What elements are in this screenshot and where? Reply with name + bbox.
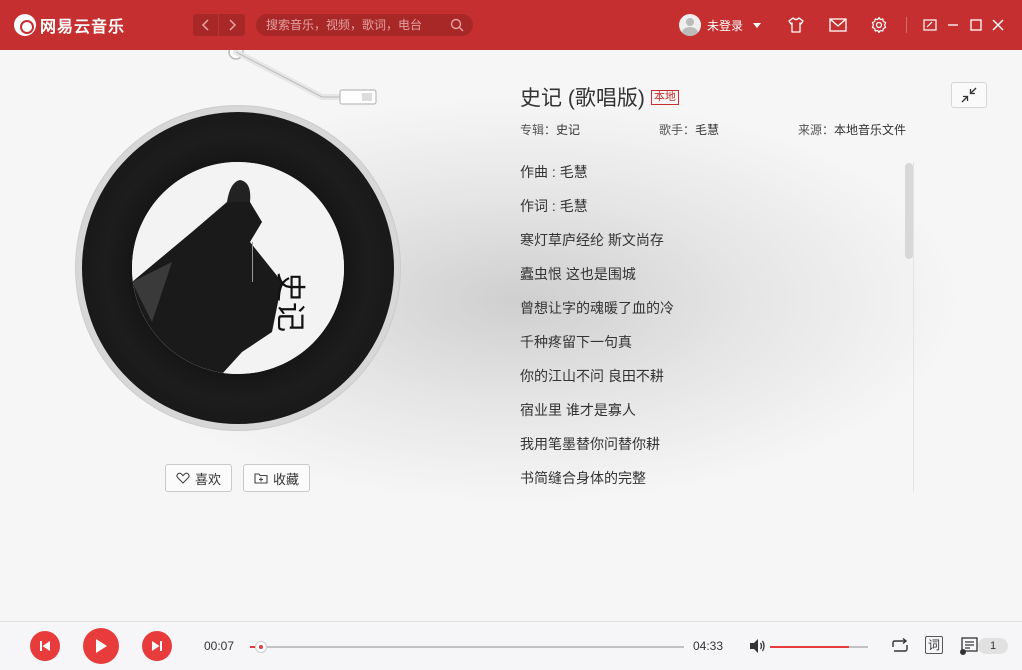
close-icon — [992, 19, 1004, 31]
chevron-right-icon — [229, 19, 237, 31]
album-cover: 史记 — [132, 162, 344, 374]
title-bar: 网易云音乐 未登录 — [0, 0, 1022, 50]
artist-info: 歌手：毛慧 — [659, 121, 719, 138]
netease-logo-icon — [14, 14, 36, 36]
playlist-icon — [960, 637, 978, 655]
search-box — [256, 14, 473, 36]
collapse-button[interactable] — [951, 82, 987, 108]
mail-icon — [829, 18, 847, 32]
artist-link[interactable]: 毛慧 — [695, 123, 719, 137]
back-button[interactable] — [193, 14, 219, 36]
messages-button[interactable] — [828, 15, 848, 35]
player-bar: 00:07 04:33 词 1 — [0, 621, 1022, 670]
volume-slider[interactable] — [770, 646, 868, 648]
lyric-line: 千种疼留下一句真 — [520, 334, 632, 350]
lyric-line: 宿业里 谁才是寡人 — [520, 402, 636, 418]
chevron-left-icon — [201, 19, 209, 31]
local-badge: 本地 — [650, 89, 679, 105]
next-icon — [152, 641, 162, 651]
collapse-icon — [961, 87, 977, 103]
total-time: 04:33 — [693, 639, 724, 653]
lyric-line: 书简缝合身体的完整 — [520, 470, 646, 486]
collect-button[interactable]: 收藏 — [243, 464, 310, 492]
song-title-text: 史记 (歌唱版) — [520, 87, 645, 110]
app-logo[interactable]: 网易云音乐 — [14, 13, 125, 37]
current-time: 00:07 — [204, 639, 235, 653]
gear-icon — [871, 16, 887, 34]
volume-icon[interactable] — [748, 637, 766, 655]
like-label: 喜欢 — [194, 471, 221, 487]
album-info: 专辑：史记 — [520, 121, 580, 138]
like-button[interactable]: 喜欢 — [165, 464, 232, 492]
song-title: 史记 (歌唱版) 本地 — [520, 82, 679, 112]
mini-mode-button[interactable] — [920, 15, 940, 35]
album-art-image: 史记 — [132, 162, 344, 374]
source-label: 来源： — [798, 123, 835, 137]
album-link[interactable]: 史记 — [556, 123, 580, 137]
user-name[interactable]: 未登录 — [707, 17, 743, 34]
artist-label: 歌手： — [659, 123, 696, 137]
lyric-line: 作曲 : 毛慧 — [520, 164, 588, 180]
vinyl-record: 史记 — [82, 112, 394, 424]
loop-icon — [892, 638, 908, 652]
next-button[interactable] — [142, 631, 172, 661]
lyrics-divider — [913, 162, 914, 492]
minimize-icon — [948, 24, 958, 26]
add-folder-icon — [254, 473, 268, 484]
lyric-line: 作词 : 毛慧 — [520, 198, 588, 214]
lyrics-scrollbar[interactable] — [905, 163, 913, 259]
playlist-button[interactable] — [958, 636, 980, 656]
now-playing-panel: 史记 喜欢 收藏 史记 (歌唱版) 本地 专辑：史记 歌手：毛慧 来源：本地音乐… — [0, 50, 1022, 621]
cover-title-text: 史记 — [272, 272, 307, 332]
avatar[interactable] — [679, 14, 701, 36]
user-login[interactable]: 未登录 — [679, 13, 762, 37]
settings-button[interactable] — [869, 15, 889, 35]
search-input[interactable] — [256, 18, 441, 32]
collect-label: 收藏 — [272, 471, 299, 487]
divider — [906, 17, 907, 33]
lyric-line: 曾想让字的魂暖了血的冷 — [520, 300, 674, 316]
play-button[interactable] — [83, 628, 119, 664]
playlist-count-badge: 1 — [978, 638, 1008, 654]
source-info: 来源：本地音乐文件 — [798, 121, 906, 138]
forward-button[interactable] — [219, 14, 245, 36]
tshirt-icon — [788, 17, 804, 33]
lyric-line: 你的江山不问 良田不耕 — [520, 368, 664, 384]
lyric-line: 寒灯草庐经纶 斯文尚存 — [520, 232, 664, 248]
mini-mode-icon — [923, 19, 937, 31]
progress-handle[interactable] — [255, 641, 268, 653]
record-disc: 史记 — [76, 106, 400, 430]
maximize-button[interactable] — [966, 15, 986, 35]
volume-fill — [770, 646, 850, 648]
previous-button[interactable] — [30, 631, 60, 661]
maximize-icon — [970, 19, 982, 31]
lyrics-toggle-button[interactable]: 词 — [925, 636, 943, 654]
album-label: 专辑： — [520, 123, 557, 137]
progress-bar[interactable] — [250, 641, 684, 653]
history-nav — [193, 14, 245, 36]
source-link[interactable]: 本地音乐文件 — [834, 123, 906, 137]
previous-icon — [40, 641, 50, 651]
lyric-line: 我用笔墨替你问替你耕 — [520, 436, 660, 452]
close-button[interactable] — [988, 15, 1008, 35]
heart-icon — [176, 472, 190, 484]
lyric-line: 蠹虫恨 这也是围城 — [520, 266, 636, 282]
skin-button[interactable] — [786, 15, 806, 35]
lyrics-panel: 作曲 : 毛慧 作词 : 毛慧 寒灯草庐经纶 斯文尚存 蠹虫恨 这也是围城 曾想… — [520, 160, 900, 500]
search-icon[interactable] — [450, 18, 464, 32]
loop-mode-button[interactable] — [889, 636, 911, 656]
chevron-down-icon[interactable] — [753, 22, 762, 28]
app-name: 网易云音乐 — [40, 19, 126, 36]
play-icon — [96, 639, 107, 653]
minimize-button[interactable] — [943, 15, 963, 35]
